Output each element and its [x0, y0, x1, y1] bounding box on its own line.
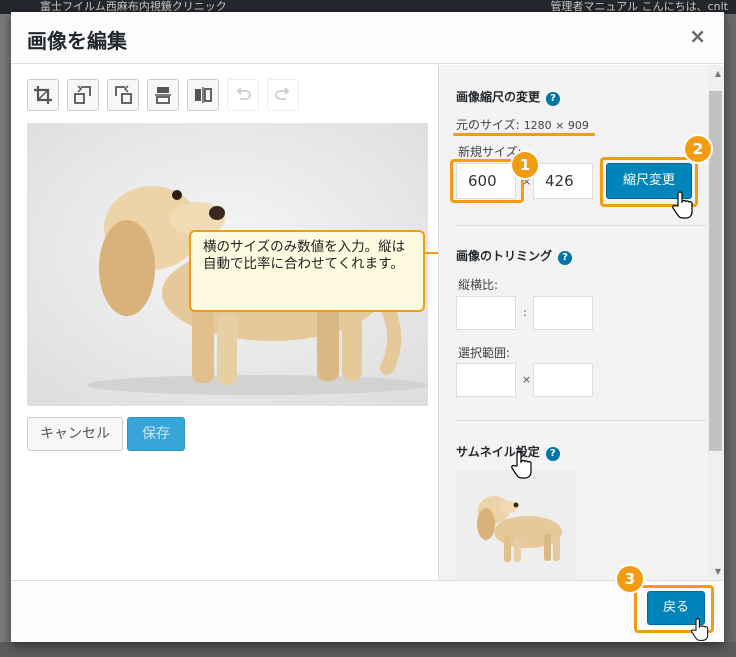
- edit-actions: キャンセル 保存: [27, 417, 185, 451]
- redo-icon: [275, 87, 290, 100]
- scroll-up-icon[interactable]: ▲: [715, 69, 721, 78]
- flip-horizontal-button[interactable]: [187, 79, 219, 111]
- rotate-left-icon: [74, 85, 91, 104]
- close-button[interactable]: ×: [689, 26, 706, 46]
- help-icon[interactable]: ?: [546, 92, 561, 106]
- height-input[interactable]: 426: [533, 163, 593, 199]
- new-size-label: 新規サイズ:: [458, 145, 522, 159]
- crop-icon: [34, 86, 52, 104]
- redo-button[interactable]: [267, 79, 299, 111]
- step-badge-2: 2: [685, 136, 711, 162]
- undo-icon: [236, 87, 251, 100]
- aspect-ratio-separator: :: [523, 306, 527, 319]
- page-bottom-strip: [0, 642, 736, 657]
- image-toolbar: [27, 79, 299, 111]
- aspect-ratio-label: 縦横比:: [458, 278, 499, 292]
- hand-cursor-icon: [691, 618, 709, 641]
- flip-horizontal-icon: [195, 87, 212, 103]
- cancel-button[interactable]: キャンセル: [27, 417, 123, 451]
- section-divider: [456, 420, 706, 421]
- selection-label: 選択範囲:: [458, 346, 511, 360]
- step-badge-3: 3: [617, 566, 643, 592]
- help-icon[interactable]: ?: [558, 251, 573, 265]
- original-size: 元のサイズ: 1280 × 909: [456, 116, 589, 133]
- modal-footer: [11, 580, 724, 642]
- rotate-right-icon: [115, 85, 132, 104]
- step-badge-1: 1: [512, 152, 538, 178]
- scale-section-title: 画像縮尺の変更?: [456, 88, 561, 106]
- crop-title-text: 画像のトリミング: [456, 249, 553, 263]
- scale-title-text: 画像縮尺の変更: [456, 90, 541, 104]
- flip-vertical-button[interactable]: [147, 79, 179, 111]
- thumbnail-dog-photo: [456, 470, 576, 580]
- save-button[interactable]: 保存: [127, 417, 185, 451]
- instruction-callout: 横のサイズのみ数値を入力。縦は自動で比率に合わせてくれます。: [189, 230, 425, 312]
- crop-section-title: 画像のトリミング?: [456, 247, 573, 265]
- section-divider: [456, 225, 706, 226]
- selection-width-input[interactable]: [456, 363, 516, 397]
- aspect-ratio-height-input[interactable]: [533, 296, 593, 330]
- scroll-thumb[interactable]: [709, 91, 722, 451]
- hand-cursor-icon: [511, 451, 532, 479]
- crop-button[interactable]: [27, 79, 59, 111]
- original-size-label: 元のサイズ:: [456, 118, 520, 132]
- aspect-ratio-width-input[interactable]: [456, 296, 516, 330]
- thumbnail-section-title: サムネイル設定?: [456, 443, 560, 461]
- undo-button[interactable]: [227, 79, 259, 111]
- modal-title: 画像を編集: [27, 29, 127, 53]
- scroll-down-icon[interactable]: ▼: [715, 567, 721, 576]
- flip-vertical-icon: [155, 87, 171, 104]
- hand-cursor-icon: [672, 191, 693, 219]
- settings-pane: 画像縮尺の変更? 元のサイズ: 1280 × 909 新規サイズ: 600 × 4…: [438, 65, 724, 580]
- help-icon[interactable]: ?: [545, 447, 560, 461]
- thumbnail-preview[interactable]: [456, 470, 576, 580]
- original-size-highlight: [453, 133, 595, 136]
- original-size-value: 1280 × 909: [523, 119, 589, 132]
- selection-height-input[interactable]: [533, 363, 593, 397]
- image-editor-pane: 横のサイズのみ数値を入力。縦は自動で比率に合わせてくれます。 キャンセル 保存: [11, 65, 455, 580]
- modal-header: 画像を編集 ×: [11, 12, 724, 64]
- edit-image-modal: 画像を編集 × 横のサイズのみ数値を入力。縦は自動で比率に合わせてくれます。 キ…: [11, 12, 724, 642]
- rotate-left-button[interactable]: [67, 79, 99, 111]
- selection-separator: ×: [522, 373, 532, 386]
- rotate-right-button[interactable]: [107, 79, 139, 111]
